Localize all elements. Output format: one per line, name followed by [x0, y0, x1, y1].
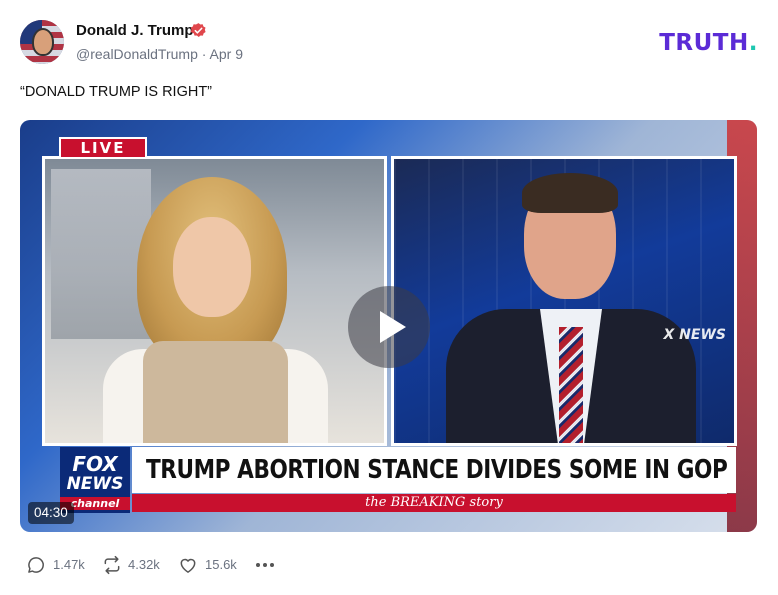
video-frame-anchor [42, 156, 387, 446]
post-text: “DONALD TRUMP IS RIGHT” [20, 84, 213, 100]
verified-badge-icon [190, 23, 206, 37]
more-icon [256, 563, 274, 567]
truth-logo[interactable]: TRUTH. [659, 30, 758, 56]
avatar[interactable] [20, 20, 64, 64]
retruth-count: 4.32k [128, 557, 160, 572]
anchor-vest [143, 341, 288, 443]
guest-hair [522, 173, 618, 213]
author-handle[interactable]: @realDonaldTrump [76, 46, 198, 62]
more-button[interactable] [254, 555, 276, 575]
story-bar: the BREAKING story [132, 494, 736, 512]
fox-logo-line2: NEWS [66, 474, 124, 494]
like-count: 15.6k [205, 557, 237, 572]
studio-window [51, 169, 151, 339]
reply-icon [28, 557, 44, 573]
play-button[interactable] [348, 286, 430, 368]
meta-separator: · [201, 46, 207, 62]
logo-dot: . [748, 30, 758, 56]
logo-text: TRUTH [659, 30, 749, 56]
post-date[interactable]: Apr 9 [210, 46, 243, 62]
author-name[interactable]: Donald J. Trump [76, 22, 194, 39]
like-button[interactable]: 15.6k [178, 555, 242, 575]
fox-logo-line1: FOX [72, 452, 118, 476]
live-badge: LIVE [59, 137, 147, 159]
story-tag: the BREAKING story [365, 495, 503, 510]
guest-tie [559, 327, 583, 443]
video-headline: TRUMP ABORTION STANCE DIVIDES SOME IN GO… [146, 455, 728, 485]
anchor-face [173, 217, 251, 317]
reply-button[interactable]: 1.47k [26, 555, 88, 575]
author-meta: @realDonaldTrump · Apr 9 [76, 46, 243, 62]
avatar-portrait [32, 28, 54, 56]
video-player[interactable]: X NEWS LIVE FOX NEWS channel TRUMP ABORT… [20, 120, 757, 532]
reply-count: 1.47k [53, 557, 85, 572]
retruth-button[interactable]: 4.32k [102, 555, 166, 575]
studio-bug-text: X NEWS [663, 327, 726, 343]
retruth-icon [104, 555, 120, 575]
heart-icon [180, 558, 196, 573]
video-frame-guest: X NEWS [391, 156, 737, 446]
lower-third: FOX NEWS channel TRUMP ABORTION STANCE D… [60, 447, 736, 513]
play-icon [380, 311, 406, 343]
video-duration: 04:30 [28, 502, 74, 524]
truth-post: Donald J. Trump @realDonaldTrump · Apr 9… [0, 0, 778, 595]
